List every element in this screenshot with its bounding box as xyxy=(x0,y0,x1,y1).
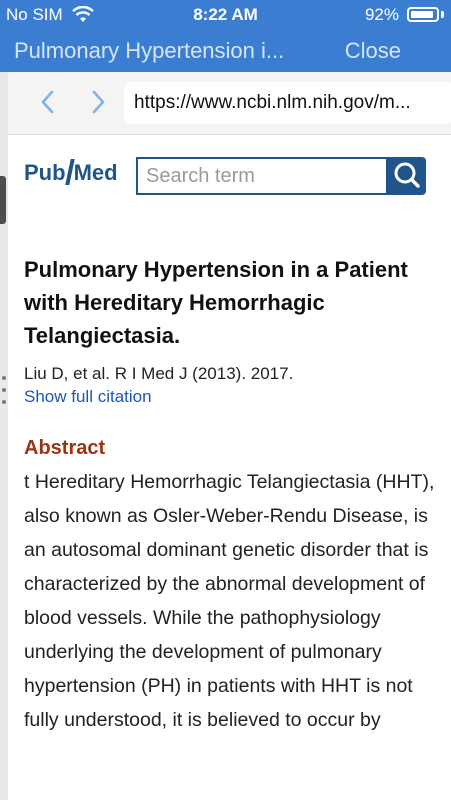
battery-tip xyxy=(441,11,444,18)
page-title: Pulmonary Hypertension i... xyxy=(14,38,285,63)
battery-level xyxy=(411,11,434,18)
citation: Liu D, et al. R I Med J (2013). 2017. xyxy=(24,364,294,383)
search-button[interactable] xyxy=(388,157,426,195)
close-button[interactable]: Close xyxy=(345,38,401,64)
battery-percent: 92% xyxy=(364,5,399,24)
url-field[interactable]: https://www.ncbi.nlm.nih.gov/m... xyxy=(124,82,451,124)
logo-med: Med xyxy=(73,160,118,185)
pubmed-logo[interactable]: Pub Med xyxy=(24,159,118,186)
side-panel-handle[interactable] xyxy=(0,176,6,224)
back-arrow-icon[interactable] xyxy=(38,88,58,116)
title-bar: Pulmonary Hypertension i... Close xyxy=(0,30,451,72)
search-input[interactable]: Search term xyxy=(136,157,388,195)
search-icon xyxy=(394,162,420,188)
forward-arrow-icon[interactable] xyxy=(88,88,108,116)
abstract-heading: Abstract xyxy=(24,437,106,459)
drag-handle-icon[interactable] xyxy=(2,376,6,414)
page-content: Pub Med Search term Pulmonary Hypertensio… xyxy=(8,135,451,800)
abstract-text: t Hereditary Hemorrhagic Telangiectasia … xyxy=(24,471,435,731)
battery-icon xyxy=(407,7,439,22)
show-full-citation-link[interactable]: Show full citation xyxy=(24,387,152,407)
status-bar: No SIM 8:22 AM 92% xyxy=(0,0,451,30)
article-title: Pulmonary Hypertension in a Patient with… xyxy=(24,257,408,348)
browser-nav-bar: https://www.ncbi.nlm.nih.gov/m... xyxy=(8,72,451,135)
logo-pub: Pub xyxy=(24,160,66,185)
